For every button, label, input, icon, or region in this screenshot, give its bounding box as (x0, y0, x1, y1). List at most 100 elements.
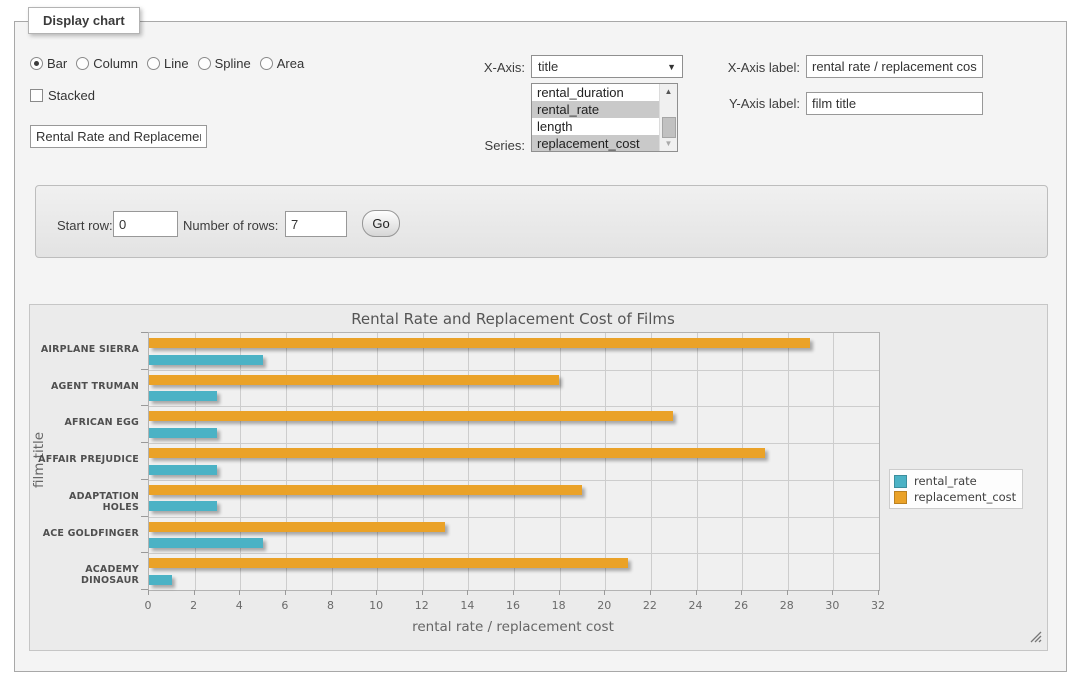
bar-rental_rate (149, 391, 217, 401)
x-axis-tick (650, 590, 651, 595)
gridline (149, 480, 879, 481)
y-axis-tick (141, 405, 148, 406)
y-axis-tick (141, 516, 148, 517)
chart-type-option-spline[interactable]: Spline (198, 56, 251, 71)
stacked-option[interactable]: Stacked (30, 88, 95, 103)
number-of-rows-label: Number of rows: (183, 218, 278, 233)
legend-entry-rental_rate: rental_rate (894, 473, 1016, 489)
gridline (149, 406, 879, 407)
scroll-down-icon[interactable]: ▼ (660, 139, 677, 148)
display-chart-panel: Display chart Bar Column Line Spline Are… (0, 0, 1081, 681)
y-axis-label-input[interactable] (806, 92, 983, 115)
legend-label-rental_rate: rental_rate (914, 474, 977, 488)
x-axis-tick-label: 16 (498, 599, 528, 612)
x-axis-tick (513, 590, 514, 595)
bar-rental_rate (149, 428, 217, 438)
series-option-rental-duration[interactable]: rental_duration (532, 84, 662, 101)
gridline (286, 333, 287, 590)
y-category-label: AFFAIR PREJUDICE (30, 454, 139, 465)
x-axis-tick-label: 24 (681, 599, 711, 612)
x-axis-label-input[interactable] (806, 55, 983, 78)
resize-handle-icon[interactable] (1030, 631, 1042, 643)
y-axis-tick (141, 552, 148, 553)
chart-type-option-area[interactable]: Area (260, 56, 304, 71)
y-category-label: AIRPLANE SIERRA (30, 344, 139, 355)
gridline (788, 333, 789, 590)
x-axis-tick-label: 30 (817, 599, 847, 612)
gridline (651, 333, 652, 590)
chart-legend: rental_rate replacement_cost (889, 469, 1023, 509)
chart-type-option-line[interactable]: Line (147, 56, 189, 71)
x-axis-tick-label: 8 (316, 599, 346, 612)
chart-type-radio-spline[interactable] (198, 57, 211, 70)
y-axis-tick (141, 332, 148, 333)
bar-replacement_cost (149, 411, 673, 421)
y-category-label: AFRICAN EGG (30, 417, 139, 428)
y-axis-tick (141, 442, 148, 443)
scrollbar-thumb[interactable] (662, 117, 676, 138)
bar-rental_rate (149, 465, 217, 475)
start-row-input[interactable] (113, 211, 178, 237)
x-axis-tick-label: 6 (270, 599, 300, 612)
gridline (605, 333, 606, 590)
gridline (149, 517, 879, 518)
bar-replacement_cost (149, 485, 582, 495)
gridline (697, 333, 698, 590)
series-option-rental-rate[interactable]: rental_rate (532, 101, 662, 118)
chart-type-option-column[interactable]: Column (76, 56, 138, 71)
chart-type-label-column: Column (93, 56, 138, 71)
chart-type-label-bar: Bar (47, 56, 67, 71)
start-row-label: Start row: (57, 218, 113, 233)
series-listbox[interactable]: rental_duration rental_rate length repla… (531, 83, 678, 152)
chart-type-option-bar[interactable]: Bar (30, 56, 67, 71)
x-axis-tick (376, 590, 377, 595)
x-axis-tick-label: 20 (589, 599, 619, 612)
chart-type-radio-line[interactable] (147, 57, 160, 70)
stacked-checkbox[interactable] (30, 89, 43, 102)
x-axis-tick-label: 12 (407, 599, 437, 612)
bar-replacement_cost (149, 558, 628, 568)
x-axis-tick-label: 26 (726, 599, 756, 612)
x-axis-tick (239, 590, 240, 595)
y-category-label: AGENT TRUMAN (30, 381, 139, 392)
scroll-up-icon[interactable]: ▲ (660, 87, 677, 96)
chart-title-input[interactable] (30, 125, 207, 148)
gridline (514, 333, 515, 590)
chart-type-label-line: Line (164, 56, 189, 71)
x-axis-tick (604, 590, 605, 595)
series-option-replacement-cost[interactable]: replacement_cost (532, 135, 662, 152)
x-axis-tick-label: 28 (772, 599, 802, 612)
chart-type-radio-column[interactable] (76, 57, 89, 70)
x-axis-tick (878, 590, 879, 595)
x-axis-label-label: X-Axis label: (660, 60, 800, 75)
y-axis-label-label: Y-Axis label: (660, 96, 800, 111)
legend-swatch-rental_rate (894, 475, 907, 488)
x-axis-tick-label: 22 (635, 599, 665, 612)
chart-title: Rental Rate and Replacement Cost of Film… (148, 310, 878, 328)
x-axis-tick-label: 18 (544, 599, 574, 612)
x-axis-tick-label: 10 (361, 599, 391, 612)
chart-type-radio-area[interactable] (260, 57, 273, 70)
x-axis-tick (331, 590, 332, 595)
legend-swatch-replacement_cost (894, 491, 907, 504)
legend-label-replacement_cost: replacement_cost (914, 490, 1016, 504)
gridline (468, 333, 469, 590)
y-axis-tick (141, 589, 148, 590)
chart-panel: Rental Rate and Replacement Cost of Film… (29, 304, 1048, 651)
series-list-scrollbar[interactable]: ▲ ▼ (659, 84, 677, 151)
x-axis-tick (832, 590, 833, 595)
number-of-rows-input[interactable] (285, 211, 347, 237)
x-axis-tick-label: 14 (452, 599, 482, 612)
plot-grid (148, 332, 880, 591)
go-button[interactable]: Go (362, 210, 400, 237)
chart-type-radio-bar[interactable] (30, 57, 43, 70)
bar-rental_rate (149, 575, 172, 585)
gridline (240, 333, 241, 590)
gridline (423, 333, 424, 590)
y-category-label: ACE GOLDFINGER (30, 528, 139, 539)
x-axis-tick-label: 0 (133, 599, 163, 612)
series-option-length[interactable]: length (532, 118, 662, 135)
stacked-label: Stacked (48, 88, 95, 103)
bar-replacement_cost (149, 448, 765, 458)
x-axis-tick-label: 32 (863, 599, 893, 612)
